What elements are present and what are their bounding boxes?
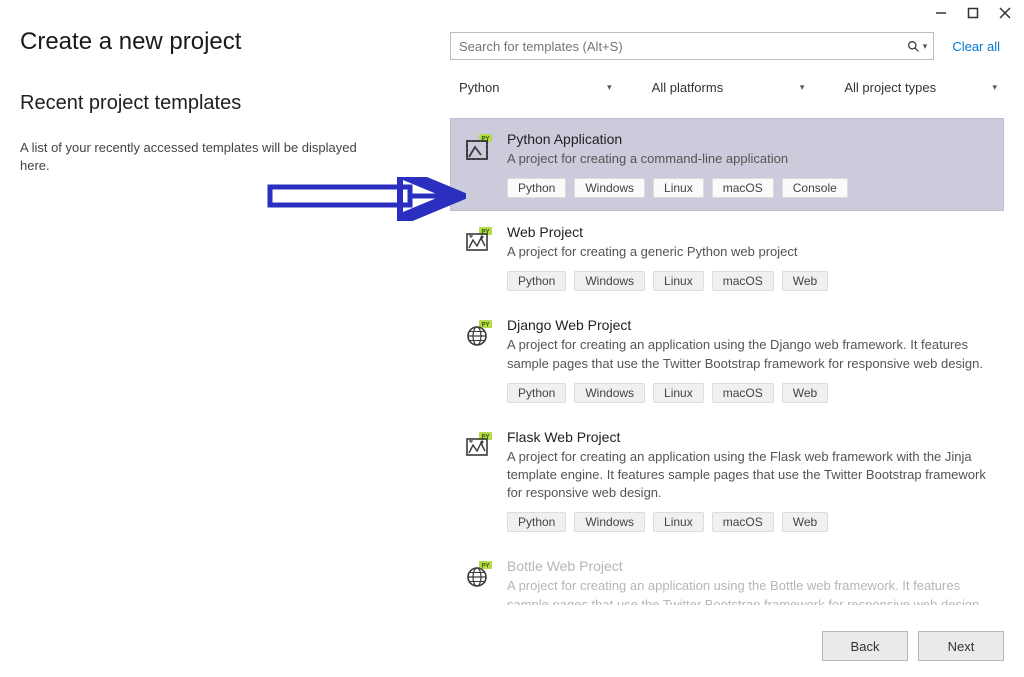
template-item[interactable]: PY Web Project A project for creating a ge… [450, 211, 1004, 304]
maximize-button[interactable] [966, 6, 980, 20]
page-title: Create a new project [20, 28, 430, 56]
filter-platform-value: All platforms [652, 80, 724, 95]
template-item[interactable]: PY Flask Web Project A project for creatin… [450, 416, 1004, 546]
template-description: A project for creating an application us… [507, 448, 991, 503]
template-description: A project for creating an application us… [507, 336, 991, 372]
minimize-button[interactable] [934, 6, 948, 20]
template-tag: Windows [574, 178, 645, 198]
search-box[interactable]: ▾ [450, 32, 934, 60]
template-item[interactable]: PY Python Application A project for creati… [450, 118, 1004, 211]
template-item[interactable]: PY Django Web Project A project for creati… [450, 304, 1004, 415]
template-tags: Python Windows Linux macOS Web [507, 512, 991, 532]
filter-language-value: Python [459, 80, 499, 95]
template-tag: Windows [574, 383, 645, 403]
template-tag: Linux [653, 512, 704, 532]
web-py-icon: PY [465, 431, 493, 459]
chevron-down-icon: ▾ [992, 82, 997, 93]
template-description: A project for creating a command-line ap… [507, 150, 991, 168]
globe-py-icon: PY [465, 319, 493, 347]
python-app-icon: PY [465, 133, 493, 161]
template-item[interactable]: PY Bottle Web Project A project for creati… [450, 545, 1004, 605]
template-description: A project for creating an application us… [507, 577, 991, 605]
template-tag: Linux [653, 271, 704, 291]
globe-py-icon: PY [465, 560, 493, 588]
svg-text:PY: PY [481, 564, 489, 570]
template-tag: Python [507, 512, 566, 532]
template-description: A project for creating a generic Python … [507, 243, 991, 261]
template-tags: Python Windows Linux macOS Console [507, 178, 991, 198]
web-py-icon: PY [465, 226, 493, 254]
filter-platform[interactable]: All platforms ▾ [643, 74, 812, 100]
template-tag: Web [782, 512, 828, 532]
template-tag: Python [507, 271, 566, 291]
filter-language[interactable]: Python ▾ [450, 74, 619, 100]
template-tag: Console [782, 178, 848, 198]
template-list[interactable]: PY Python Application A project for creati… [450, 118, 1004, 605]
recent-templates-hint: A list of your recently accessed templat… [20, 139, 360, 175]
template-tag: Python [507, 383, 566, 403]
search-dropdown-caret[interactable]: ▾ [923, 41, 928, 52]
svg-text:PY: PY [481, 323, 489, 329]
template-tags: Python Windows Linux macOS Web [507, 383, 991, 403]
chevron-down-icon: ▾ [607, 82, 612, 93]
clear-all-link[interactable]: Clear all [952, 39, 1004, 54]
template-tag: macOS [712, 383, 774, 403]
template-title: Flask Web Project [507, 429, 991, 445]
back-button[interactable]: Back [822, 631, 908, 661]
recent-templates-title: Recent project templates [20, 92, 430, 115]
template-tag: Linux [653, 178, 704, 198]
search-input[interactable] [459, 39, 907, 54]
template-title: Web Project [507, 224, 991, 240]
template-tag: macOS [712, 178, 774, 198]
template-tags: Python Windows Linux macOS Web [507, 271, 991, 291]
template-tag: Web [782, 383, 828, 403]
chevron-down-icon: ▾ [800, 82, 805, 93]
template-tag: Linux [653, 383, 704, 403]
template-tag: Python [507, 178, 566, 198]
filter-project-type[interactable]: All project types ▾ [835, 74, 1004, 100]
filter-project-type-value: All project types [844, 80, 936, 95]
search-icon[interactable]: ▾ [907, 40, 928, 53]
template-tag: macOS [712, 271, 774, 291]
template-title: Django Web Project [507, 317, 991, 333]
close-button[interactable] [998, 6, 1012, 20]
template-tag: Web [782, 271, 828, 291]
next-button[interactable]: Next [918, 631, 1004, 661]
template-tag: Windows [574, 512, 645, 532]
template-tag: Windows [574, 271, 645, 291]
template-tag: macOS [712, 512, 774, 532]
template-title: Python Application [507, 131, 991, 147]
template-title: Bottle Web Project [507, 558, 991, 574]
